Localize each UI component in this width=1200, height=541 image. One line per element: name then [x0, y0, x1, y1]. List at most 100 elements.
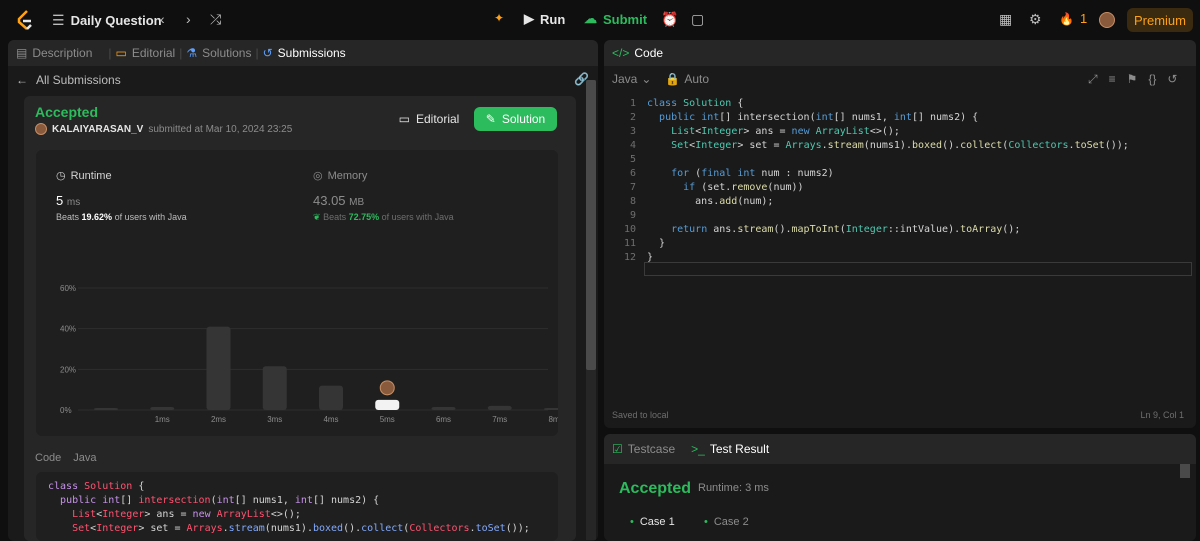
submitter-name[interactable]: KALAIYARASAN_V	[52, 124, 143, 135]
tab-divider: |	[108, 46, 112, 60]
line-number: 11	[623, 238, 636, 249]
x-tick-label: 7ms	[492, 415, 507, 424]
x-tick-label: 6ms	[436, 415, 451, 424]
shuffle-icon[interactable]: ⤮	[210, 11, 221, 28]
dot-icon: •	[630, 516, 634, 528]
tab-test-result[interactable]: >_ Test Result	[691, 442, 769, 456]
x-tick-label: 8ms	[548, 415, 558, 424]
arrow-left-icon: ←	[16, 73, 28, 87]
reset-icon[interactable]: ↺	[1167, 72, 1177, 87]
test-result-panel: ☑ Testcase >_ Test Result Accepted Runti…	[604, 434, 1196, 541]
braces-icon[interactable]: {}	[1148, 72, 1156, 87]
code-header: Code Java	[35, 452, 97, 464]
auto-mode[interactable]: 🔒 Auto	[665, 72, 709, 86]
daily-question-title[interactable]: Daily Question	[71, 13, 162, 28]
user-avatar[interactable]	[1099, 12, 1115, 28]
code-line[interactable]: if (set.remove(num))	[647, 182, 803, 193]
streak-counter[interactable]: 🔥 1	[1059, 11, 1087, 26]
chart-bar[interactable]	[262, 366, 287, 410]
leetcode-logo[interactable]	[16, 10, 34, 30]
lock-icon: 🔒	[665, 72, 681, 86]
line-number: 9	[629, 210, 636, 221]
edit-icon: ✎	[485, 112, 496, 126]
case-1-tab[interactable]: • Case 1	[630, 516, 675, 528]
language-select[interactable]: Java ⌄	[612, 72, 651, 86]
chart-bar[interactable]	[544, 407, 558, 410]
layout-icon[interactable]: ▦	[999, 11, 1012, 28]
code-line[interactable]: for (final int num : nums2)	[647, 168, 834, 179]
debug-icon[interactable]: ✦	[494, 11, 504, 25]
submit-button[interactable]: ☁ Submit	[584, 11, 647, 27]
chart-bar[interactable]	[319, 385, 343, 410]
premium-button[interactable]: Premium	[1127, 8, 1193, 32]
chart-bar[interactable]	[150, 406, 175, 410]
book-icon: ▭	[398, 112, 410, 126]
code-line[interactable]: ans.add(num);	[647, 196, 773, 207]
scrollbar-thumb[interactable]	[586, 80, 596, 370]
chart-bar[interactable]	[375, 399, 400, 410]
format-icon[interactable]: ≡	[1109, 72, 1116, 87]
code-line: public int[] intersection(int[] nums1, i…	[60, 495, 380, 506]
chart-bar[interactable]	[487, 405, 512, 410]
fire-icon: 🔥	[1059, 11, 1074, 26]
code-editor[interactable]: 1 class Solution {2 public int[] intersec…	[604, 92, 1196, 412]
code-line[interactable]: List<Integer> ans = new ArrayList<>();	[647, 126, 900, 137]
prev-chevron-icon[interactable]: ‹	[160, 11, 165, 27]
checkbox-icon: ☑	[612, 442, 623, 456]
expand-icon[interactable]: ⤢	[1088, 72, 1098, 87]
top-bar: ☰ Daily Question ‹ › ⤮ ✦ ▶ Run ☁ Submit …	[0, 0, 1200, 40]
tab-editorial[interactable]: ▭ Editorial	[116, 46, 176, 60]
chevron-down-icon: ⌄	[641, 72, 652, 86]
submission-panel: ▤ Description | ▭ Editorial | ⚗ Solution…	[8, 40, 598, 541]
code-line[interactable]: return ans.stream().mapToInt(Integer::in…	[647, 224, 1020, 235]
editorial-button[interactable]: ▭ Editorial	[390, 107, 468, 131]
code-line[interactable]: class Solution {	[647, 98, 743, 109]
left-tabbar: ▤ Description | ▭ Editorial | ⚗ Solution…	[8, 40, 598, 66]
next-chevron-icon[interactable]: ›	[186, 11, 191, 27]
result-tabbar: ☑ Testcase >_ Test Result	[604, 434, 1196, 464]
code-line[interactable]: Set<Integer> set = Arrays.stream(nums1).…	[647, 140, 1129, 151]
all-submissions-link[interactable]: ← All Submissions	[16, 73, 121, 87]
memory-label[interactable]: ◎ Memory	[313, 169, 367, 183]
submission-meta: KALAIYARASAN_V submitted at Mar 10, 2024…	[35, 123, 292, 135]
tab-solutions[interactable]: ⚗ Solutions	[186, 46, 251, 60]
line-number: 7	[629, 182, 636, 193]
case-2-tab[interactable]: • Case 2	[704, 516, 749, 528]
code-line[interactable]: public int[] intersection(int[] nums1, i…	[647, 112, 978, 123]
tab-description[interactable]: ▤ Description	[16, 46, 92, 60]
chart-bar[interactable]	[94, 407, 118, 410]
alarm-icon[interactable]: ⏰	[661, 11, 678, 28]
scrollbar-thumb[interactable]	[1180, 464, 1190, 478]
tab-submissions[interactable]: ↺ Submissions	[263, 46, 346, 60]
notes-icon[interactable]: ▢	[691, 11, 704, 28]
y-tick-label: 20%	[60, 365, 76, 374]
chart-bar[interactable]	[431, 406, 456, 410]
current-line-highlight	[644, 262, 1192, 276]
result-status: Accepted	[619, 480, 692, 497]
y-tick-label: 40%	[60, 325, 76, 334]
bookmark-icon[interactable]: ⚑	[1127, 72, 1138, 87]
code-editor-panel: </> Code Java ⌄ 🔒 Auto ⤢ ≡ ⚑ {} ↺ 1 class…	[604, 40, 1196, 428]
tab-testcase[interactable]: ☑ Testcase	[612, 442, 675, 456]
x-tick-label: 4ms	[323, 415, 338, 424]
line-number: 5	[629, 154, 636, 165]
terminal-icon: >_	[691, 442, 705, 456]
code-line[interactable]: }	[647, 252, 653, 263]
play-icon: ▶	[524, 11, 534, 26]
result-runtime: Runtime: 3 ms	[698, 482, 769, 494]
gear-icon[interactable]: ⚙	[1029, 11, 1042, 28]
runtime-label[interactable]: ◷ Runtime	[56, 169, 112, 183]
dot-icon: •	[704, 516, 708, 528]
editor-toolbar: Java ⌄ 🔒 Auto ⤢ ≡ ⚑ {} ↺	[604, 66, 1196, 92]
line-number: 6	[629, 168, 636, 179]
code-line[interactable]: }	[647, 238, 665, 249]
line-number: 10	[623, 224, 636, 235]
problem-list-icon[interactable]: ☰	[52, 12, 65, 29]
tab-code[interactable]: </> Code	[612, 46, 663, 60]
solution-button[interactable]: ✎ Solution	[474, 107, 557, 131]
chart-bar[interactable]	[206, 326, 231, 410]
submitted-code-block: class Solution { public int[] intersecti…	[36, 472, 558, 541]
y-tick-label: 60%	[60, 284, 76, 293]
x-tick-label: 3ms	[267, 415, 282, 424]
run-button[interactable]: ▶ Run	[524, 11, 565, 27]
